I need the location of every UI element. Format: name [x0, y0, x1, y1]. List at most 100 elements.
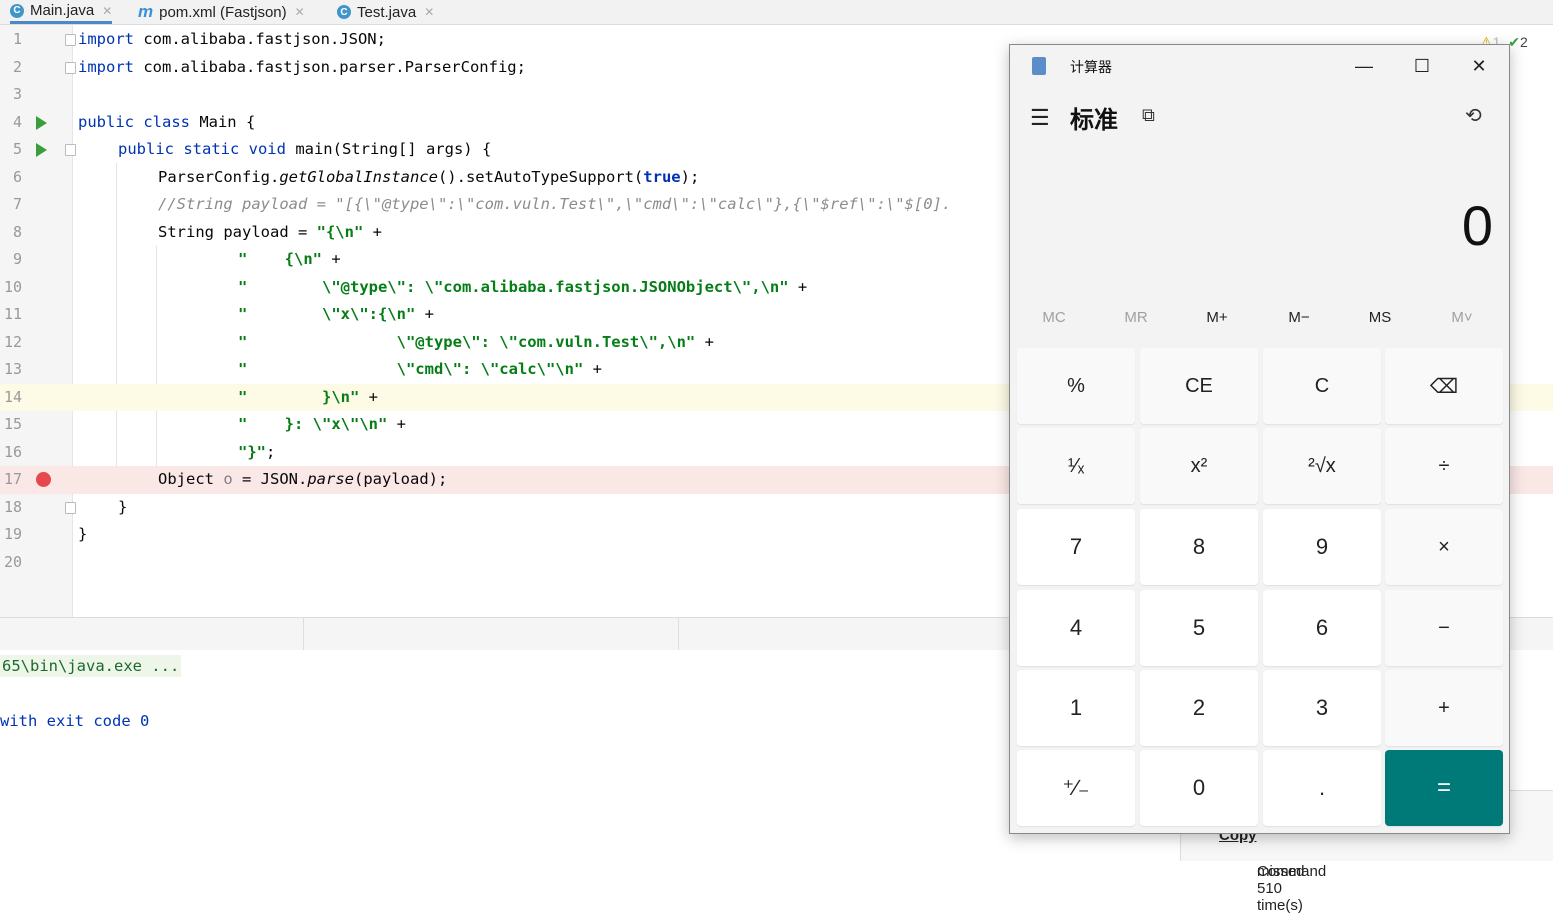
keyword: true [643, 167, 681, 186]
console-command-line[interactable]: 65\bin\java.exe ... [0, 655, 182, 677]
code-text: parse [307, 470, 354, 488]
digit-2-button[interactable]: 2 [1140, 670, 1258, 746]
memory-store-button[interactable]: MS [1339, 309, 1421, 326]
line-number: 11 [3, 305, 22, 323]
java-class-icon: C [337, 5, 351, 19]
note-text: missed 510 time(s) [1257, 863, 1305, 914]
close-button[interactable]: ✕ [1459, 53, 1499, 79]
code-text: getGlobalInstance [279, 167, 438, 186]
digit-8-button[interactable]: 8 [1140, 509, 1258, 585]
fold-icon[interactable] [65, 501, 76, 514]
clear-entry-button[interactable]: CE [1140, 348, 1258, 424]
code-text: main(String[] args) { [285, 140, 492, 158]
code-text: o [223, 470, 233, 488]
code-text: + [387, 415, 406, 433]
square-root-button[interactable]: ²√x [1263, 428, 1381, 504]
line-number: 18 [3, 497, 22, 516]
keyword: import [78, 30, 134, 48]
divider [678, 618, 679, 650]
tab-pom-xml[interactable]: m pom.xml (Fastjson) ✕ [138, 0, 305, 24]
digit-4-button[interactable]: 4 [1017, 590, 1135, 666]
java-class-icon: C [10, 3, 24, 18]
backspace-button[interactable]: ⌫ [1385, 348, 1503, 424]
string-literal: "{\n" [316, 222, 364, 241]
code-text: (payload); [354, 470, 448, 488]
digit-6-button[interactable]: 6 [1263, 590, 1381, 666]
code-text: + [363, 222, 382, 241]
line-number: 7 [12, 195, 22, 213]
breakpoint-icon[interactable] [36, 472, 51, 487]
string-literal: " \"cmd\": \"calc\"\n" [238, 360, 584, 378]
digit-0-button[interactable]: 0 [1140, 750, 1258, 826]
memory-subtract-button[interactable]: M− [1258, 309, 1340, 326]
string-literal: " \"x\":{\n" [238, 305, 416, 323]
code-text: + [415, 305, 434, 323]
digit-1-button[interactable]: 1 [1017, 670, 1135, 746]
tab-label: Main.java [30, 2, 95, 19]
digit-3-button[interactable]: 3 [1263, 670, 1381, 746]
tab-test-java[interactable]: C Test.java ✕ [337, 0, 434, 24]
console-exit-line: with exit code 0 [0, 712, 150, 730]
code-text: = JSON. [232, 470, 308, 488]
divide-button[interactable]: ÷ [1385, 428, 1503, 504]
calculator-display: 0 [1461, 194, 1493, 257]
memory-add-button[interactable]: M+ [1176, 309, 1258, 326]
line-number: 2 [12, 57, 22, 76]
keyword: public static void [118, 140, 286, 158]
negate-button[interactable]: ⁺∕₋ [1017, 750, 1135, 826]
code-text: + [695, 332, 714, 351]
code-text: Object [158, 470, 224, 488]
code-text: ().setAutoTypeSupport( [437, 167, 644, 186]
tab-label: Test.java [357, 3, 417, 21]
equals-button[interactable]: = [1385, 750, 1503, 826]
line-number: 6 [12, 167, 22, 186]
code-text: + [359, 387, 378, 406]
string-literal: " }: \"x\"\n" [238, 415, 388, 433]
calculator-mode-title: 标准 [1070, 107, 1118, 134]
clear-button[interactable]: C [1263, 348, 1381, 424]
fold-icon[interactable] [65, 34, 76, 46]
add-button[interactable]: + [1385, 670, 1503, 746]
run-icon[interactable] [36, 115, 47, 130]
line-number: 8 [12, 222, 22, 241]
keep-on-top-icon[interactable]: ⧉ [1142, 105, 1155, 126]
fold-icon[interactable] [65, 144, 76, 156]
minimize-button[interactable]: — [1344, 53, 1384, 79]
code-text: com.alibaba.fastjson.JSON; [134, 30, 386, 48]
reciprocal-button[interactable]: ¹⁄ₓ [1017, 428, 1135, 504]
close-icon[interactable]: ✕ [295, 5, 305, 19]
maximize-button[interactable]: ☐ [1402, 53, 1442, 79]
memory-list-button[interactable]: M˅ [1421, 309, 1503, 326]
divider [303, 618, 304, 650]
history-icon[interactable]: ⟲ [1465, 103, 1482, 128]
keyword: import [78, 57, 134, 76]
tab-main-java[interactable]: C Main.java ✕ [10, 0, 113, 24]
memory-recall-button[interactable]: MR [1095, 309, 1177, 326]
hamburger-menu-icon[interactable]: ☰ [1030, 105, 1050, 131]
code-text: + [322, 250, 341, 268]
code-text: ); [680, 167, 700, 186]
code-comment: //String payload = "[{\"@type\":\"com.vu… [158, 195, 952, 213]
string-literal: " {\n" [238, 250, 322, 268]
line-number: 20 [3, 552, 22, 571]
line-number: 4 [12, 112, 22, 131]
run-icon[interactable] [36, 143, 47, 157]
digit-9-button[interactable]: 9 [1263, 509, 1381, 585]
memory-clear-button[interactable]: MC [1013, 309, 1095, 326]
multiply-button[interactable]: × [1385, 509, 1503, 585]
close-icon[interactable]: ✕ [424, 5, 434, 19]
line-number: 10 [3, 277, 22, 296]
close-icon[interactable]: ✕ [102, 4, 112, 18]
tab-label: pom.xml (Fastjson) [159, 3, 287, 21]
code-text: ParserConfig. [158, 167, 280, 186]
digit-7-button[interactable]: 7 [1017, 509, 1135, 585]
digit-5-button[interactable]: 5 [1140, 590, 1258, 666]
decimal-button[interactable]: . [1263, 750, 1381, 826]
editor-tab-bar: C Main.java ✕ m pom.xml (Fastjson) ✕ C T… [0, 0, 1553, 25]
line-number: 3 [12, 85, 22, 103]
square-button[interactable]: x² [1140, 428, 1258, 504]
fold-icon[interactable] [65, 61, 76, 74]
subtract-button[interactable]: − [1385, 590, 1503, 666]
window-title: 计算器 [1070, 59, 1112, 75]
percent-button[interactable]: % [1017, 348, 1135, 424]
